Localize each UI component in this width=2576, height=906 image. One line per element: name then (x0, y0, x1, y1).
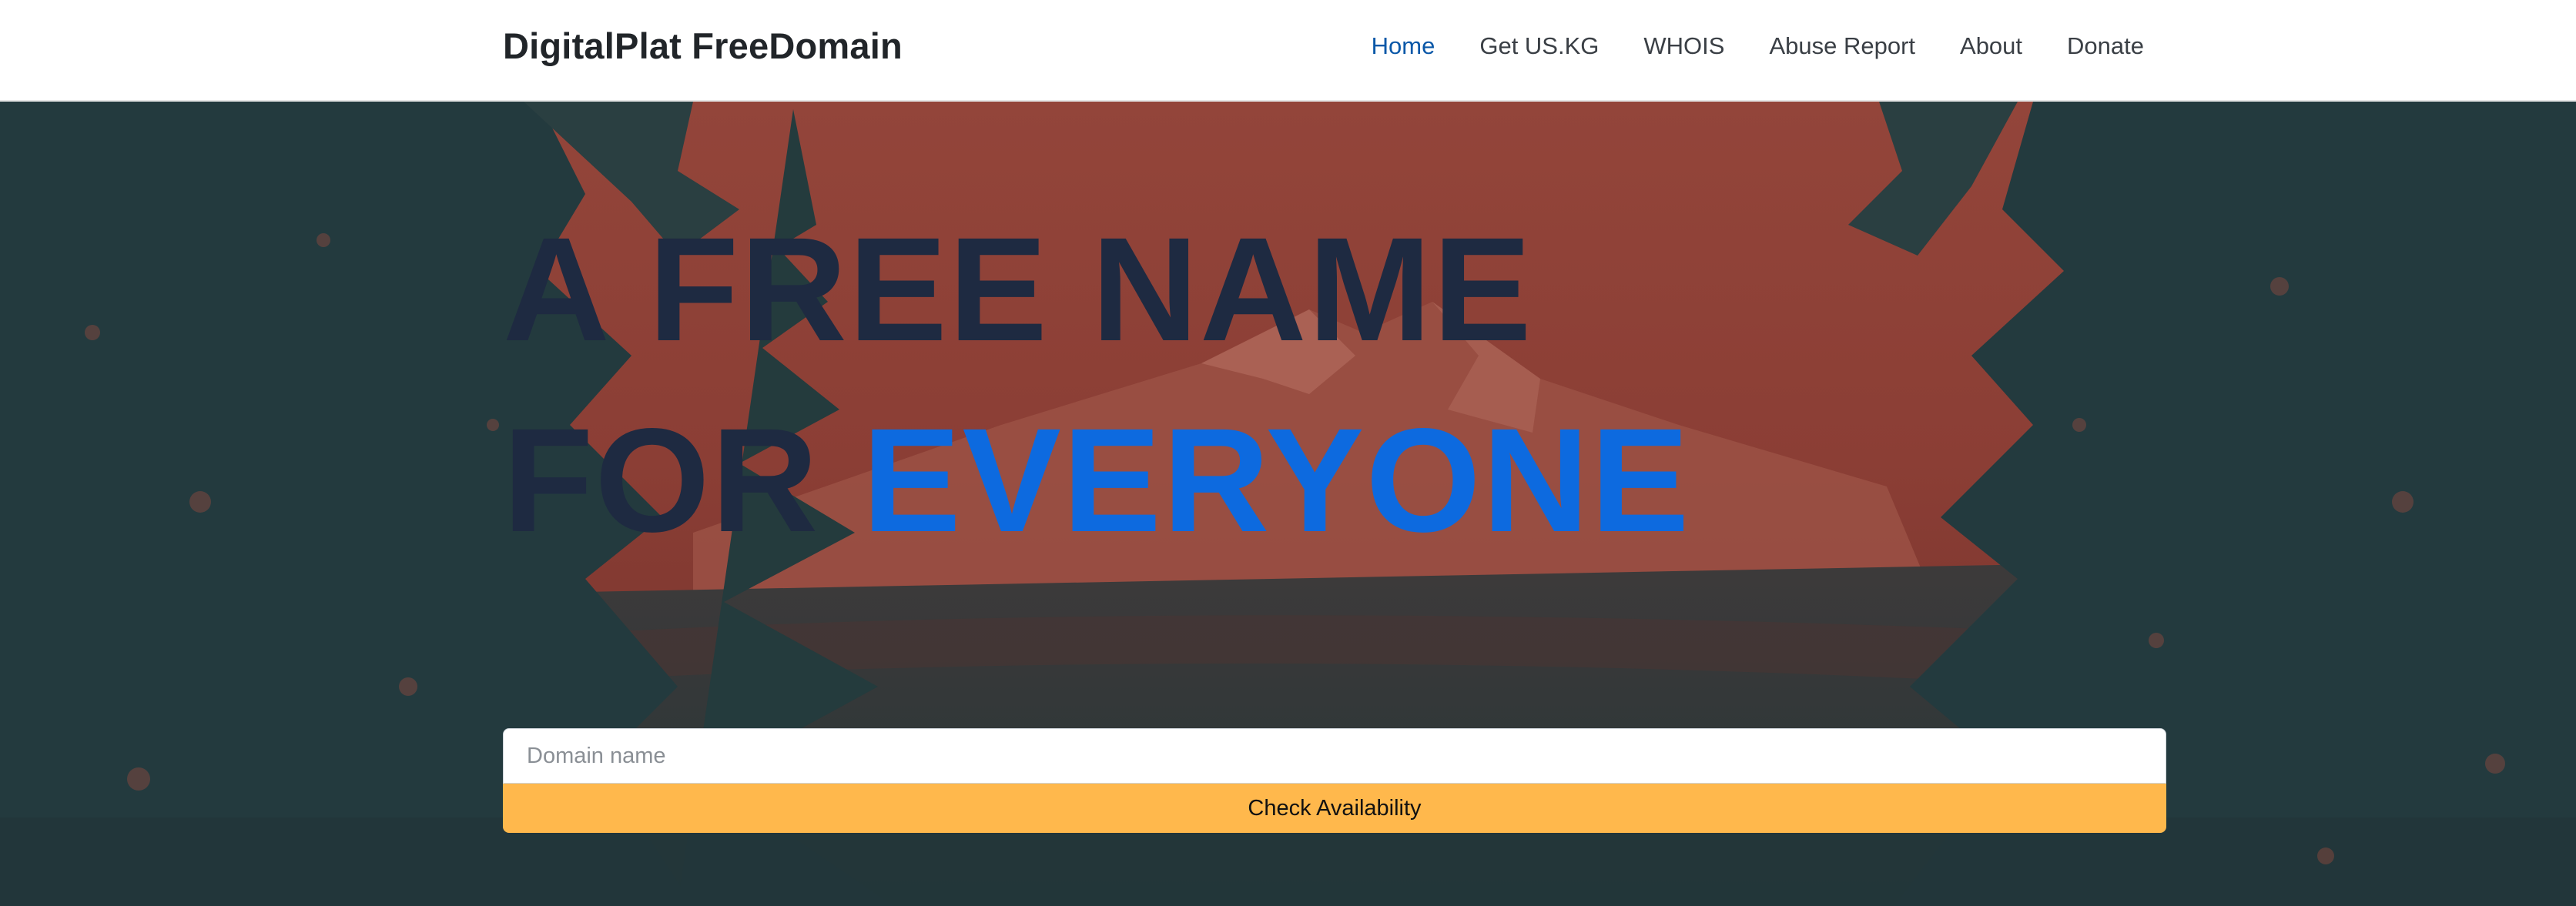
top-navbar: DigitalPlat FreeDomain Home Get US.KG WH… (0, 0, 2576, 102)
hero-headline: A FREE NAME FOR EVERYONE (503, 194, 1690, 576)
check-availability-button[interactable]: Check Availability (503, 784, 2166, 833)
main-nav: Home Get US.KG WHOIS Abuse Report About … (1372, 28, 2144, 65)
domain-name-input[interactable] (503, 728, 2166, 784)
nav-whois-link[interactable]: WHOIS (1643, 32, 1724, 60)
nav-get-uskg-link[interactable]: Get US.KG (1479, 32, 1599, 60)
domain-search-form: Check Availability (503, 728, 2166, 833)
nav-about-link[interactable]: About (1960, 32, 2022, 60)
hero-headline-line1: A FREE NAME (503, 206, 1533, 372)
hero-headline-for: FOR (503, 397, 820, 563)
hero-headline-everyone: EVERYONE (862, 397, 1691, 563)
nav-home-link[interactable]: Home (1372, 32, 1435, 60)
nav-donate-link[interactable]: Donate (2067, 32, 2144, 60)
nav-abuse-report-link[interactable]: Abuse Report (1769, 32, 1915, 60)
hero-section: A FREE NAME FOR EVERYONE Check Availabil… (0, 102, 2576, 906)
brand-logo-text[interactable]: DigitalPlat FreeDomain (503, 23, 903, 69)
